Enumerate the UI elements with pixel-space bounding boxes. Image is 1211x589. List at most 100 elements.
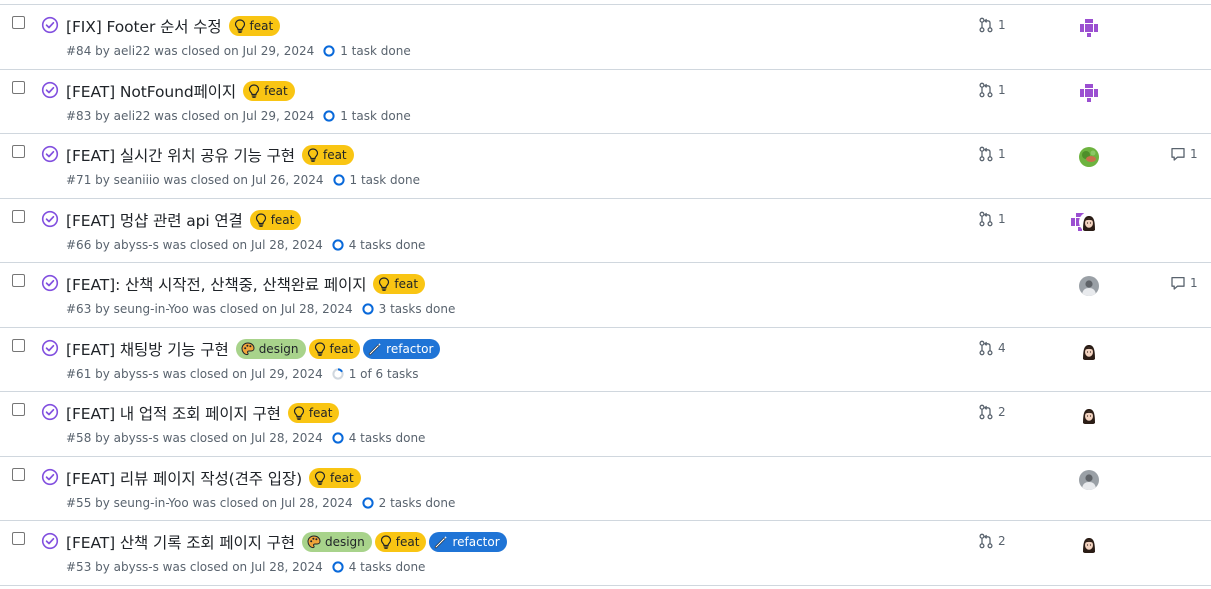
linked-pr-count: 1 xyxy=(998,18,1006,32)
issue-title-link[interactable]: [FEAT] 멍샵 관련 api 연결 xyxy=(66,209,243,231)
linked-pr[interactable]: 1 xyxy=(978,82,1006,98)
wand-icon xyxy=(434,535,452,549)
issue-row[interactable]: [FEAT] 산책 기록 조회 페이지 구현 design feat refac… xyxy=(0,521,1211,586)
label-refactor[interactable]: refactor xyxy=(363,338,441,359)
issue-title-line: [FEAT]: 산책 시작전, 산책중, 산책완료 페이지 feat xyxy=(66,272,426,296)
task-status[interactable]: 4 tasks done xyxy=(331,238,425,252)
assignee-avatar[interactable] xyxy=(1079,340,1099,361)
row-checkbox[interactable] xyxy=(12,145,25,158)
row-checkbox[interactable] xyxy=(12,467,25,481)
label-feat[interactable]: feat xyxy=(308,338,361,359)
comment-count: 1 xyxy=(1190,147,1198,161)
task-progress-icon xyxy=(323,45,335,57)
task-status[interactable]: 3 tasks done xyxy=(361,302,455,316)
task-status-text: 2 tasks done xyxy=(378,495,456,510)
task-status[interactable]: 1 task done xyxy=(322,109,411,123)
issue-title-link[interactable]: [FEAT] 채팅방 기능 구현 xyxy=(66,338,229,360)
label-text: feat xyxy=(329,341,354,356)
issue-title-link[interactable]: [FEAT] 내 업적 조회 페이지 구현 xyxy=(66,402,281,424)
label-feat[interactable]: feat xyxy=(309,467,361,488)
issue-meta-text: #61 by abyss-s was closed on Jul 29, 202… xyxy=(66,366,323,381)
issue-row[interactable]: [FEAT]: 산책 시작전, 산책중, 산책완료 페이지 feat #63 b… xyxy=(0,263,1211,328)
label-feat[interactable]: feat xyxy=(243,80,295,101)
comment-icon xyxy=(1170,275,1190,291)
issue-title-link[interactable]: [FEAT]: 산책 시작전, 산책중, 산책완료 페이지 xyxy=(66,273,366,295)
row-checkbox[interactable] xyxy=(12,532,25,545)
bulb-icon xyxy=(234,19,250,33)
issue-title-line: [FEAT] 멍샵 관련 api 연결 feat xyxy=(66,208,302,232)
linked-pr[interactable]: 1 xyxy=(978,211,1006,227)
label-design[interactable]: design xyxy=(301,532,372,552)
pull-request-icon xyxy=(978,404,998,420)
linked-pr-count: 1 xyxy=(998,211,1006,226)
task-status[interactable]: 1 task done xyxy=(322,44,411,58)
issue-row[interactable]: [FEAT] 채팅방 기능 구현 design feat refactor #6… xyxy=(0,328,1211,392)
linked-pr-count: 2 xyxy=(998,534,1006,548)
issue-row[interactable]: [FEAT] 내 업적 조회 페이지 구현 feat #58 by abyss-… xyxy=(0,392,1211,457)
label-refactor[interactable]: refactor xyxy=(429,532,507,552)
task-status[interactable]: 1 of 6 tasks xyxy=(331,367,419,381)
issue-list: [FIX] Footer 순서 수정 feat #84 by aeli22 wa… xyxy=(0,5,1211,586)
label-feat[interactable]: feat xyxy=(287,403,340,423)
linked-pr[interactable]: 1 xyxy=(978,17,1006,33)
pull-request-icon xyxy=(978,340,998,356)
issue-row[interactable]: [FEAT] 리뷰 페이지 작성(견주 입장) feat #55 by seun… xyxy=(0,457,1211,521)
assignee-avatar[interactable] xyxy=(1079,82,1099,103)
label-text: design xyxy=(324,535,365,549)
task-status[interactable]: 4 tasks done xyxy=(331,431,426,445)
issue-title-link[interactable]: [FEAT] 리뷰 페이지 작성(견주 입장) xyxy=(66,467,302,489)
issue-meta-text: #66 by abyss-s was closed on Jul 28, 202… xyxy=(66,237,323,252)
issue-row[interactable]: [FIX] Footer 순서 수정 feat #84 by aeli22 wa… xyxy=(0,5,1211,70)
row-checkbox[interactable] xyxy=(12,80,25,94)
label-feat[interactable]: feat xyxy=(374,532,427,552)
issue-title-link[interactable]: [FIX] Footer 순서 수정 xyxy=(66,15,222,37)
issue-row[interactable]: [FEAT] NotFound페이지 feat #83 by aeli22 wa… xyxy=(0,70,1211,134)
pull-request-icon xyxy=(978,146,998,162)
label-feat[interactable]: feat xyxy=(249,209,302,230)
row-checkbox[interactable] xyxy=(12,16,25,29)
assignee-avatar[interactable] xyxy=(1079,211,1099,232)
task-status[interactable]: 1 task done xyxy=(332,173,420,187)
label-text: feat xyxy=(322,148,347,162)
assignees xyxy=(1070,276,1110,296)
label-text: feat xyxy=(249,19,274,33)
issue-row[interactable]: [FEAT] 실시간 위치 공유 기능 구현 feat #71 by seani… xyxy=(0,134,1211,199)
label-text: feat xyxy=(394,277,419,291)
linked-pr[interactable]: 2 xyxy=(978,404,1006,420)
issue-meta: #55 by seung-in-Yoo was closed on Jul 28… xyxy=(66,496,455,510)
issue-title-link[interactable]: [FEAT] 실시간 위치 공유 기능 구현 xyxy=(66,144,295,166)
label-feat[interactable]: feat xyxy=(228,16,281,36)
row-checkbox[interactable] xyxy=(12,338,25,352)
linked-pr[interactable]: 1 xyxy=(978,146,1006,162)
label-design[interactable]: design xyxy=(235,338,306,359)
bulb-icon xyxy=(293,406,309,420)
assignee-avatar[interactable] xyxy=(1079,534,1099,554)
comments[interactable]: 1 xyxy=(1170,146,1198,162)
label-text: feat xyxy=(308,406,333,420)
assignees xyxy=(1070,82,1110,103)
issue-title-link[interactable]: [FEAT] 산책 기록 조회 페이지 구현 xyxy=(66,531,295,553)
task-status[interactable]: 4 tasks done xyxy=(331,560,425,574)
assignee-avatar[interactable] xyxy=(1079,18,1099,38)
issue-meta-text: #63 by seung-in-Yoo was closed on Jul 28… xyxy=(66,302,353,316)
issue-meta: #61 by abyss-s was closed on Jul 29, 202… xyxy=(66,367,419,381)
comment-count: 1 xyxy=(1190,276,1198,290)
row-checkbox[interactable] xyxy=(12,209,25,223)
row-checkbox[interactable] xyxy=(12,274,25,287)
linked-pr[interactable]: 4 xyxy=(978,340,1006,356)
assignee-avatar[interactable] xyxy=(1079,276,1099,296)
assignee-avatar[interactable] xyxy=(1079,147,1099,167)
linked-pr[interactable]: 2 xyxy=(978,533,1006,549)
label-text: feat xyxy=(270,212,295,227)
assignee-avatar[interactable] xyxy=(1079,469,1099,490)
label-feat[interactable]: feat xyxy=(301,145,354,165)
bulb-icon xyxy=(380,535,396,549)
comments[interactable]: 1 xyxy=(1170,275,1198,291)
row-checkbox[interactable] xyxy=(12,403,25,416)
issue-title-link[interactable]: [FEAT] NotFound페이지 xyxy=(66,80,236,102)
issue-row[interactable]: [FEAT] 멍샵 관련 api 연결 feat #66 by abyss-s … xyxy=(0,199,1211,263)
assignee-avatar[interactable] xyxy=(1079,405,1099,425)
task-status-text: 4 tasks done xyxy=(348,431,426,445)
label-feat[interactable]: feat xyxy=(373,274,426,294)
task-status[interactable]: 2 tasks done xyxy=(361,495,456,510)
